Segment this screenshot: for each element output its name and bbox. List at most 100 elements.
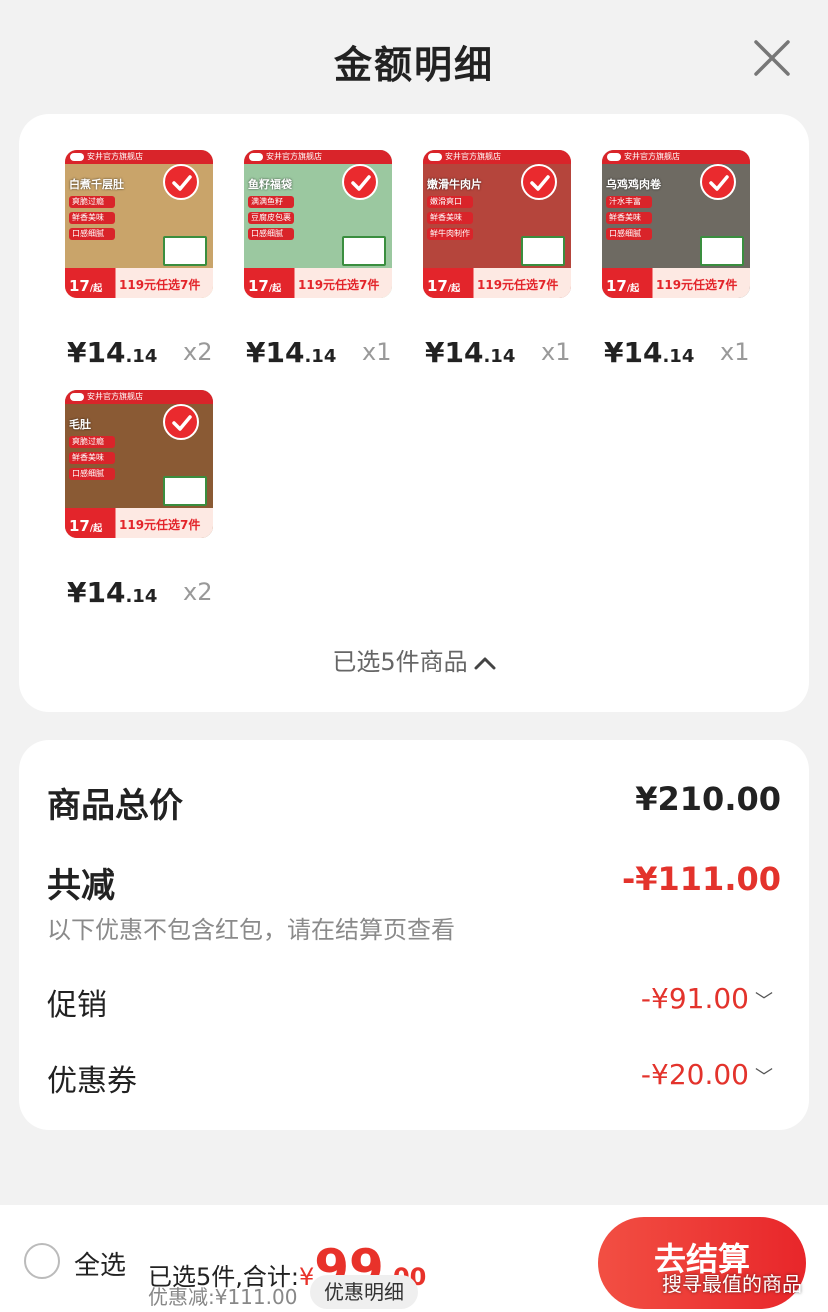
promo-strip: 17/起 119元任选7件 xyxy=(65,508,213,538)
product-item[interactable]: 安井官方旗舰店嫩滑牛肉片嫩滑爽口鲜香美味鲜牛肉制作 17/起 119元任选7件 ¥14… xyxy=(423,150,583,380)
product-tag: 口感细腻 xyxy=(606,228,652,240)
product-tags: 爽脆过瘾 鲜香美味 口感细腻 xyxy=(69,436,115,484)
total-reduce-label: 共减 xyxy=(47,866,115,906)
promo-start-price: 17/起 xyxy=(69,277,103,295)
price-summary-card: 商品总价 ¥210.00 共减 -¥111.00 以下优惠不包含红包，请在结算页… xyxy=(19,740,809,1130)
promo-strip: 17/起 119元任选7件 xyxy=(244,268,392,298)
selected-check-icon[interactable] xyxy=(163,404,199,440)
chevron-down-icon: ﹀ xyxy=(755,991,773,1012)
product-image[interactable]: 安井官方旗舰店乌鸡鸡肉卷汁水丰富鲜香美味口感细腻 17/起 119元任选7件 xyxy=(602,150,750,298)
package-image xyxy=(521,236,565,266)
chevron-down-icon: ﹀ xyxy=(755,1067,773,1088)
promo-start-price: 17/起 xyxy=(248,277,282,295)
store-banner: 安井官方旗舰店 xyxy=(423,150,571,164)
product-item[interactable]: 安井官方旗舰店乌鸡鸡肉卷汁水丰富鲜香美味口感细腻 17/起 119元任选7件 ¥14.… xyxy=(602,150,762,380)
product-quantity: x2 xyxy=(183,338,213,366)
promo-text: 119元任选7件 xyxy=(119,518,201,532)
total-reduce-value: -¥111.00 xyxy=(621,860,781,898)
product-name: 嫩滑牛肉片 xyxy=(427,178,482,191)
product-tags: 满满鱼籽豆腐皮包裹口感细腻 xyxy=(248,196,294,244)
product-name: 鱼籽福袋 xyxy=(248,178,292,191)
product-image[interactable]: 安井官方旗舰店嫩滑牛肉片嫩滑爽口鲜香美味鲜牛肉制作 17/起 119元任选7件 xyxy=(423,150,571,298)
product-image[interactable]: 安井官方旗舰店白煮千层肚爽脆过瘾鲜香美味口感细腻 17/起 119元任选7件 xyxy=(65,150,213,298)
product-item[interactable]: 安井官方旗舰店白煮千层肚爽脆过瘾鲜香美味口感细腻 17/起 119元任选7件 ¥14.… xyxy=(65,150,225,380)
product-tag: 豆腐皮包裹 xyxy=(248,212,294,224)
store-banner: 安井官方旗舰店 xyxy=(65,390,213,404)
product-tag: 汁水丰富 xyxy=(606,196,652,208)
discount-amount: 优惠减:¥111.00 xyxy=(148,1285,298,1309)
product-tag: 嫩滑爽口 xyxy=(427,196,473,208)
coupon-label: 优惠券 xyxy=(47,1064,137,1099)
promo-strip: 17/起 119元任选7件 xyxy=(602,268,750,298)
coupon-value: -¥20.00 xyxy=(640,1058,749,1091)
product-image[interactable]: 安井官方旗舰店 毛肚 爽脆过瘾 鲜香美味 口感细腻 17/起 119元任选7件 xyxy=(65,390,213,538)
selected-check-icon[interactable] xyxy=(163,164,199,200)
close-button[interactable] xyxy=(752,38,792,78)
product-tag: 鲜牛肉制作 xyxy=(427,228,473,240)
total-price-value: ¥210.00 xyxy=(635,780,781,818)
promo-text: 119元任选7件 xyxy=(477,278,559,292)
product-item[interactable]: 安井官方旗舰店鱼籽福袋满满鱼籽豆腐皮包裹口感细腻 17/起 119元任选7件 ¥14.… xyxy=(244,150,404,380)
product-name: 乌鸡鸡肉卷 xyxy=(606,178,661,191)
coupon-row[interactable]: -¥20.00 ﹀ xyxy=(641,1058,773,1091)
product-image[interactable]: 安井官方旗舰店鱼籽福袋满满鱼籽豆腐皮包裹口感细腻 17/起 119元任选7件 xyxy=(244,150,392,298)
promo-text: 119元任选7件 xyxy=(119,278,201,292)
promotion-label: 促销 xyxy=(47,988,107,1023)
product-tag: 爽脆过瘾 xyxy=(69,196,115,208)
sheet-header: 金额明细 xyxy=(0,0,828,115)
product-price: ¥14.14 xyxy=(67,576,158,609)
discount-note: 以下优惠不包含红包，请在结算页查看 xyxy=(47,916,455,944)
selected-check-icon[interactable] xyxy=(700,164,736,200)
select-all-radio[interactable] xyxy=(24,1243,60,1279)
selected-check-icon[interactable] xyxy=(521,164,557,200)
product-tags: 嫩滑爽口鲜香美味鲜牛肉制作 xyxy=(427,196,473,244)
promo-strip: 17/起 119元任选7件 xyxy=(65,268,213,298)
product-quantity: x2 xyxy=(183,578,213,606)
chevron-up-icon xyxy=(474,657,496,670)
selected-check-icon[interactable] xyxy=(342,164,378,200)
product-tag: 满满鱼籽 xyxy=(248,196,294,208)
selected-summary-toggle[interactable]: 已选5件商品 xyxy=(19,642,809,677)
promo-start-price: 17/起 xyxy=(606,277,640,295)
product-item[interactable]: 安井官方旗舰店 毛肚 爽脆过瘾 鲜香美味 口感细腻 17/起 119元任选7件 ¥14.14 x… xyxy=(65,390,225,620)
product-price: ¥14.14 xyxy=(246,336,337,369)
store-banner: 安井官方旗舰店 xyxy=(602,150,750,164)
close-icon xyxy=(754,40,790,76)
product-tag: 口感细腻 xyxy=(248,228,294,240)
package-image xyxy=(700,236,744,266)
discount-detail-button[interactable]: 优惠明细 xyxy=(310,1275,418,1309)
selected-products-card: 安井官方旗舰店 白煮千层肚 爽脆过瘾 鲜香美味 口感细腻 17/起 119元任选7件 ¥14.… xyxy=(19,114,809,712)
package-image xyxy=(163,476,207,506)
product-name: 白煮千层肚 xyxy=(69,178,124,191)
total-price-label: 商品总价 xyxy=(47,786,183,826)
promotion-row[interactable]: -¥91.00 ﹀ xyxy=(641,982,773,1015)
product-tag: 鲜香美味 xyxy=(606,212,652,224)
product-quantity: x1 xyxy=(362,338,392,366)
product-price: ¥14.14 xyxy=(67,336,158,369)
product-tags: 汁水丰富鲜香美味口感细腻 xyxy=(606,196,652,244)
package-image xyxy=(163,236,207,266)
product-quantity: x1 xyxy=(720,338,750,366)
product-quantity: x1 xyxy=(541,338,571,366)
product-tag: 鲜香美味 xyxy=(427,212,473,224)
store-banner: 安井官方旗舰店 xyxy=(244,150,392,164)
product-name: 毛肚 xyxy=(69,418,91,431)
product-price: ¥14.14 xyxy=(604,336,695,369)
promo-start-price: 17/起 xyxy=(427,277,461,295)
product-tag: 鲜香美味 xyxy=(69,452,115,464)
product-tag: 口感细腻 xyxy=(69,228,115,240)
page-title: 金额明细 xyxy=(333,43,494,87)
selected-summary-text: 已选5件商品 xyxy=(332,648,468,676)
promo-text: 119元任选7件 xyxy=(298,278,380,292)
store-banner: 安井官方旗舰店 xyxy=(65,150,213,164)
select-all-label[interactable]: 全选 xyxy=(74,1245,126,1282)
product-price: ¥14.14 xyxy=(425,336,516,369)
promo-start-price: 17/起 xyxy=(69,517,103,535)
product-tag: 鲜香美味 xyxy=(69,212,115,224)
watermark-text: 搜寻最值的商品 xyxy=(662,1272,802,1296)
product-tag: 口感细腻 xyxy=(69,468,115,480)
promo-text: 119元任选7件 xyxy=(656,278,738,292)
product-tags: 爽脆过瘾鲜香美味口感细腻 xyxy=(69,196,115,244)
package-image xyxy=(342,236,386,266)
promotion-value: -¥91.00 xyxy=(640,982,749,1015)
